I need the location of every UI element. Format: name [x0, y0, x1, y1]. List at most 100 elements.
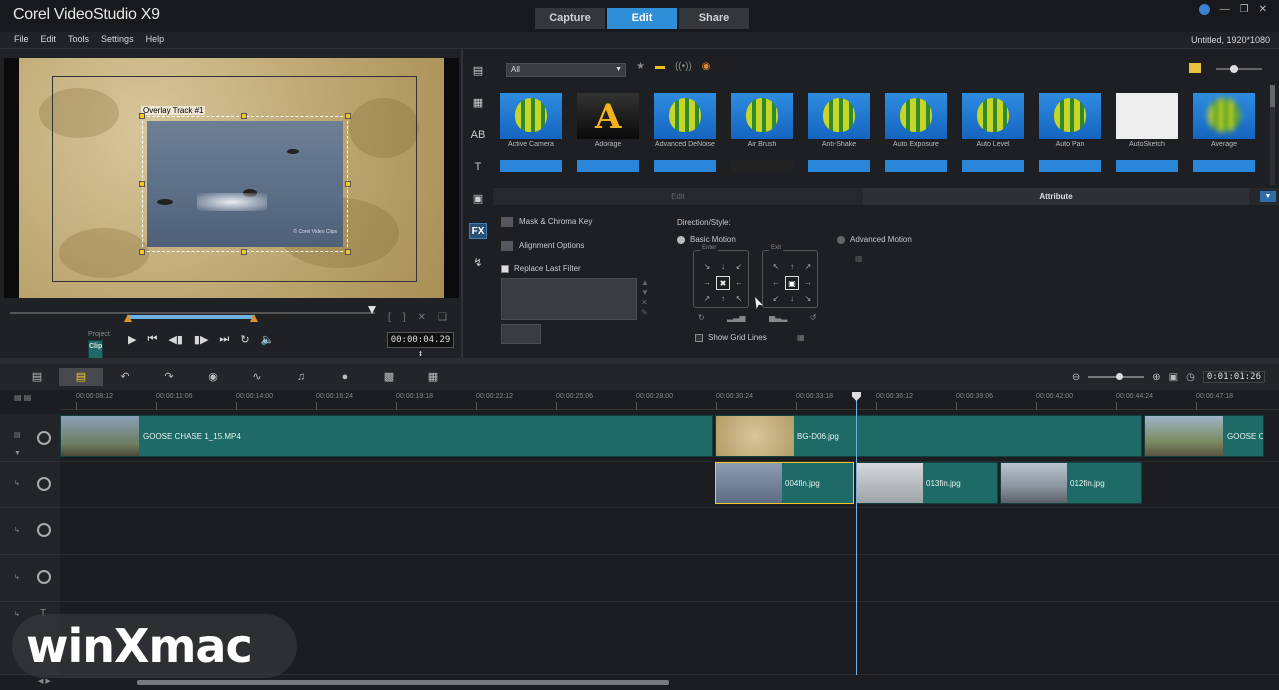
storyboard-view-icon[interactable]: ▤: [15, 368, 59, 386]
overlay-clip[interactable]: 013fin.jpg: [856, 462, 998, 504]
timeline-view-icon[interactable]: ▤: [59, 368, 103, 386]
sound-mixer-icon[interactable]: ∿: [235, 368, 279, 386]
overlay-clip[interactable]: 012fin.jpg: [1000, 462, 1142, 504]
resize-handle[interactable]: [241, 113, 247, 119]
filter-item[interactable]: Auto Exposure: [885, 93, 947, 148]
timeline-ruler[interactable]: 00:00:08:12 00:00:11:06 00:00:14:00 00:00:1…: [60, 390, 1279, 410]
exit-left[interactable]: ←: [769, 276, 783, 290]
mark-out-icon[interactable]: ]: [403, 312, 406, 323]
customize-motion-button[interactable]: ▦: [855, 254, 863, 263]
advanced-motion-radio[interactable]: Advanced Motion: [837, 235, 912, 244]
filter-item[interactable]: [885, 160, 947, 172]
enter-top-right[interactable]: ↙: [732, 260, 746, 274]
move-down-icon[interactable]: ▼: [641, 288, 649, 298]
multi-camera-icon[interactable]: ▦: [411, 368, 455, 386]
zoom-slider[interactable]: [1088, 373, 1145, 380]
graphic-icon[interactable]: ▣: [469, 191, 487, 207]
overlay-clip-box[interactable]: Overlay Track #1 © Corel Video Clips: [139, 106, 351, 255]
scroll-thumb[interactable]: [137, 680, 669, 685]
play-icon[interactable]: ▶: [128, 333, 136, 346]
filter-item[interactable]: [654, 160, 716, 172]
split-icon[interactable]: ✕: [418, 312, 426, 323]
collapse-icon[interactable]: ▼: [1260, 191, 1276, 202]
resize-handle[interactable]: [345, 181, 351, 187]
show-grid-lines-checkbox[interactable]: Show Grid Lines: [695, 333, 767, 342]
redo-icon[interactable]: ↷: [147, 368, 191, 386]
path-icon[interactable]: ↯: [469, 255, 487, 271]
filter-item[interactable]: [1039, 160, 1101, 172]
media-icon[interactable]: ▤: [469, 63, 487, 79]
previous-frame-icon[interactable]: ◀▮: [168, 333, 183, 346]
exit-top-left[interactable]: ↖: [769, 260, 783, 274]
filter-item[interactable]: [962, 160, 1024, 172]
filter-item[interactable]: [1193, 160, 1255, 172]
enter-top-left[interactable]: ↘: [700, 260, 714, 274]
enter-left[interactable]: →: [700, 276, 714, 290]
ripple-edit-icon[interactable]: ↳: [14, 573, 20, 581]
video-track-lane[interactable]: GOOSE CHASE 1_15.MP4 BG-D06.jpg GOOSE C: [60, 414, 1279, 462]
motion-tracking-icon[interactable]: ●: [323, 368, 367, 386]
enlarge-icon[interactable]: ❏: [438, 312, 447, 323]
record-capture-icon[interactable]: ◉: [191, 368, 235, 386]
video-filter-icon[interactable]: ▬: [655, 61, 665, 72]
filter-item[interactable]: [1116, 160, 1178, 172]
volume-icon[interactable]: 🔈: [261, 333, 275, 346]
resize-handle[interactable]: [139, 113, 145, 119]
fx-filter-icon[interactable]: FX: [469, 223, 487, 239]
minimize-icon[interactable]: —: [1220, 4, 1230, 15]
basic-motion-radio[interactable]: Basic Motion: [677, 235, 736, 244]
fit-project-icon[interactable]: ▣: [1169, 372, 1178, 383]
filter-item[interactable]: Advanced DeNoise: [654, 93, 716, 148]
resize-handle[interactable]: [139, 249, 145, 255]
title-icon[interactable]: T: [469, 159, 487, 175]
video-clip[interactable]: GOOSE C: [1144, 415, 1264, 457]
replace-last-filter-checkbox[interactable]: Replace Last Filter: [501, 264, 581, 273]
filter-item[interactable]: A Adorage: [577, 93, 639, 148]
3d-filter-icon[interactable]: ◉: [702, 61, 711, 72]
ripple-edit-icon[interactable]: ▤: [14, 431, 21, 439]
ripple-edit-icon[interactable]: ↳: [14, 479, 20, 487]
list-view-icon[interactable]: [1189, 63, 1201, 73]
filter-item[interactable]: [731, 160, 793, 172]
mask-chroma-key-button[interactable]: Mask & Chroma Key: [501, 217, 592, 227]
filter-item[interactable]: AutoSketch: [1116, 93, 1178, 148]
enter-top[interactable]: ↓: [716, 260, 730, 274]
overlay-track-3-head[interactable]: ↳: [0, 555, 60, 602]
next-frame-icon[interactable]: ▮▶: [194, 333, 209, 346]
filter-item[interactable]: Air Brush: [731, 93, 793, 148]
exit-bottom[interactable]: ↓: [785, 292, 799, 306]
overlay-track-2-lane[interactable]: [60, 508, 1279, 555]
filter-item[interactable]: [808, 160, 870, 172]
menu-tools[interactable]: Tools: [68, 34, 89, 44]
enter-right[interactable]: ←: [732, 276, 746, 290]
transition-icon[interactable]: AB: [469, 127, 487, 143]
ripple-edit-icon[interactable]: ↳: [14, 526, 20, 534]
tab-attribute[interactable]: Attribute: [863, 188, 1249, 205]
zoom-in-icon[interactable]: ⊕: [1152, 372, 1160, 383]
filter-item[interactable]: Average: [1193, 93, 1255, 148]
filter-item[interactable]: [500, 160, 562, 172]
subtitle-editor-icon[interactable]: ▩: [367, 368, 411, 386]
enter-bottom-left[interactable]: ↗: [700, 292, 714, 306]
mark-in-icon[interactable]: [: [388, 312, 391, 323]
zoom-out-icon[interactable]: ⊖: [1072, 372, 1080, 383]
home-icon[interactable]: ⏮: [147, 333, 157, 346]
close-icon[interactable]: ✕: [1259, 4, 1267, 15]
scrubber-bar[interactable]: [10, 312, 375, 314]
overlay-clip-selected[interactable]: 004fin.jpg: [715, 462, 854, 504]
mode-project[interactable]: Project: [88, 329, 110, 340]
globe-icon[interactable]: [1198, 4, 1210, 15]
category-dropdown[interactable]: All ▼: [506, 63, 626, 77]
fade-in-icon[interactable]: ▂▃▅: [727, 313, 745, 322]
rotate-before-pause-icon[interactable]: ↻: [698, 313, 705, 322]
overlay-track-3-lane[interactable]: [60, 555, 1279, 602]
filter-preset-dropdown[interactable]: [501, 324, 541, 344]
filter-item[interactable]: [577, 160, 639, 172]
exit-center[interactable]: ▣: [785, 276, 799, 290]
overlay-track-1-head[interactable]: ↳: [0, 462, 60, 508]
favorites-icon[interactable]: ★: [636, 61, 645, 72]
filter-item[interactable]: Active Camera: [500, 93, 562, 148]
menu-help[interactable]: Help: [146, 34, 165, 44]
tab-edit[interactable]: Edit: [607, 8, 677, 29]
exit-bottom-left[interactable]: ↙: [769, 292, 783, 306]
